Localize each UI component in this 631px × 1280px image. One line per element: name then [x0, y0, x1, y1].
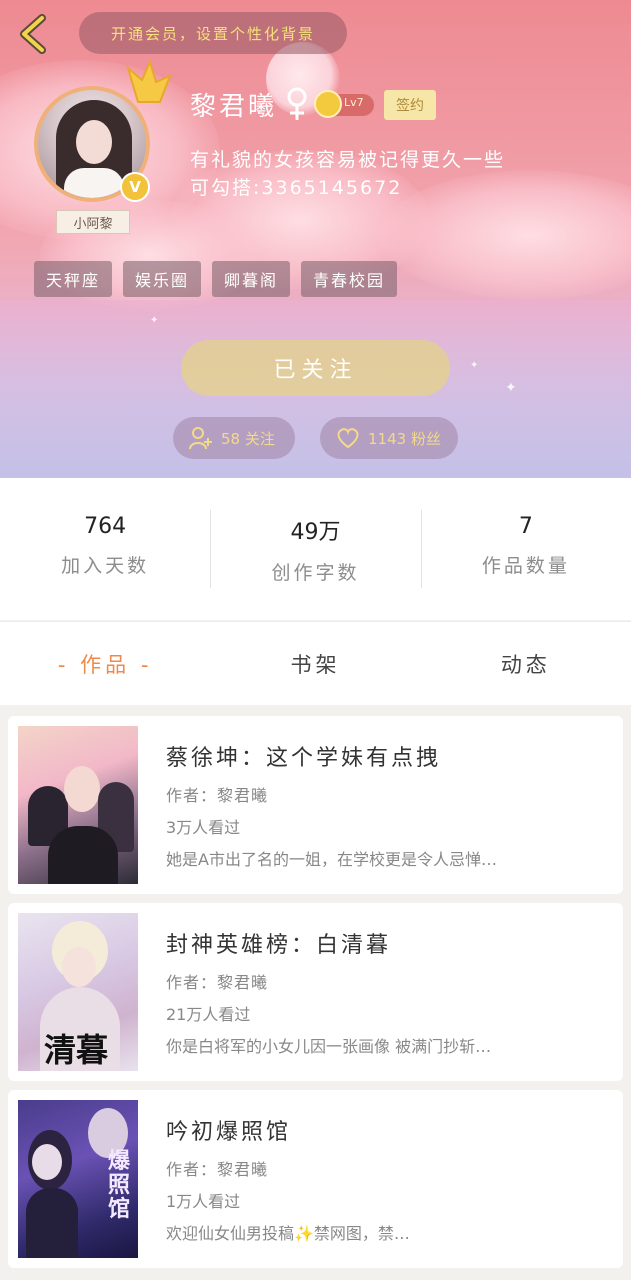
- work-description: 欢迎仙女仙男投稿✨禁网图，禁…: [166, 1224, 410, 1243]
- tab-works[interactable]: - 作品 -: [0, 649, 210, 679]
- stat-value: 764: [84, 514, 127, 539]
- work-description: 她是A市出了名的一姐，在学校更是令人忌惮…: [166, 850, 497, 869]
- work-author: 作者：黎君曦: [166, 1160, 269, 1179]
- heart-icon: [337, 428, 359, 449]
- tag-item[interactable]: 娱乐圈: [123, 261, 202, 297]
- bio-line: 可勾搭:3365145672: [190, 177, 403, 199]
- tag-list: 天秤座 娱乐圈 卿暮阁 青春校园: [34, 261, 398, 297]
- work-views: 21万人看过: [166, 1005, 251, 1024]
- add-user-icon: [189, 427, 212, 450]
- following-count: 58 关注: [221, 429, 275, 448]
- work-views: 1万人看过: [166, 1192, 241, 1211]
- work-author: 作者：黎君曦: [166, 786, 269, 805]
- profile-header: ✦ ✦ ✦ 开通会员，设置个性化背景 V 小阿黎 黎君曦 Lv7 签约 有礼貌的…: [0, 0, 631, 478]
- avatar-nickname-tag: 小阿黎: [56, 210, 130, 234]
- tag-item[interactable]: 青春校园: [301, 261, 398, 297]
- stats-bar: 764 加入天数 49万 创作字数 7 作品数量: [0, 478, 631, 620]
- stat-works-count: 7 作品数量: [420, 510, 631, 588]
- stat-label: 作品数量: [481, 555, 570, 577]
- work-views: 3万人看过: [166, 818, 241, 837]
- sparkle-icon: ✦: [470, 360, 479, 371]
- stat-value: 7: [518, 514, 533, 539]
- cover-title-text: 清暮: [44, 1031, 109, 1069]
- book-cover: 清暮: [18, 913, 138, 1071]
- work-title: 蔡徐坤：这个学妹有点拽: [166, 746, 442, 771]
- fans-count: 1143 粉丝: [368, 429, 441, 448]
- work-title: 吟初爆照馆: [166, 1120, 292, 1145]
- username: 黎君曦: [190, 92, 278, 122]
- work-card[interactable]: 爆照馆 吟初爆照馆 作者：黎君曦 1万人看过 欢迎仙女仙男投稿✨禁网图，禁…: [8, 1090, 623, 1268]
- bio: 有礼貌的女孩容易被记得更久一些 可勾搭:3365145672: [190, 146, 505, 202]
- work-description: 你是白将军的小女儿因一张画像 被满门抄斩…: [166, 1037, 492, 1056]
- tab-bookshelf[interactable]: 书架: [210, 649, 420, 679]
- stat-label: 加入天数: [61, 555, 150, 577]
- work-author: 作者：黎君曦: [166, 973, 269, 992]
- tab-activity[interactable]: 动态: [421, 649, 631, 679]
- work-card[interactable]: 蔡徐坤：这个学妹有点拽 作者：黎君曦 3万人看过 她是A市出了名的一姐，在学校更…: [8, 716, 623, 894]
- tab-bar: - 作品 - 书架 动态: [0, 621, 631, 705]
- follow-button[interactable]: 已关注: [181, 340, 450, 396]
- cover-title-text: 爆照馆: [108, 1149, 131, 1222]
- works-list: 蔡徐坤：这个学妹有点拽 作者：黎君曦 3万人看过 她是A市出了名的一姐，在学校更…: [8, 716, 623, 1277]
- level-crown-icon: [314, 90, 342, 118]
- level-text: Lv7: [344, 96, 364, 109]
- following-button[interactable]: 58 关注: [173, 417, 295, 459]
- tag-item[interactable]: 天秤座: [34, 261, 113, 297]
- stat-value: 49万: [290, 520, 341, 545]
- stat-label: 创作字数: [271, 562, 360, 584]
- sparkle-icon: ✦: [505, 380, 517, 396]
- book-cover: 爆照馆: [18, 1100, 138, 1258]
- verified-icon: V: [120, 172, 150, 202]
- fans-button[interactable]: 1143 粉丝: [320, 417, 458, 459]
- stat-word-count: 49万 创作字数: [210, 510, 420, 588]
- sparkle-icon: ✦: [150, 315, 159, 326]
- tag-item[interactable]: 卿暮阁: [212, 261, 291, 297]
- work-title: 封神英雄榜：白清暮: [166, 933, 392, 958]
- chevron-left-icon: [20, 14, 46, 54]
- female-icon: [287, 87, 307, 120]
- signed-badge: 签约: [384, 90, 436, 120]
- stat-join-days: 764 加入天数: [0, 510, 210, 588]
- book-cover: [18, 726, 138, 884]
- work-card[interactable]: 清暮 封神英雄榜：白清暮 作者：黎君曦 21万人看过 你是白将军的小女儿因一张画…: [8, 903, 623, 1081]
- back-button[interactable]: [14, 12, 54, 56]
- bio-line: 有礼貌的女孩容易被记得更久一些: [190, 149, 506, 171]
- vip-background-banner[interactable]: 开通会员，设置个性化背景: [79, 12, 347, 54]
